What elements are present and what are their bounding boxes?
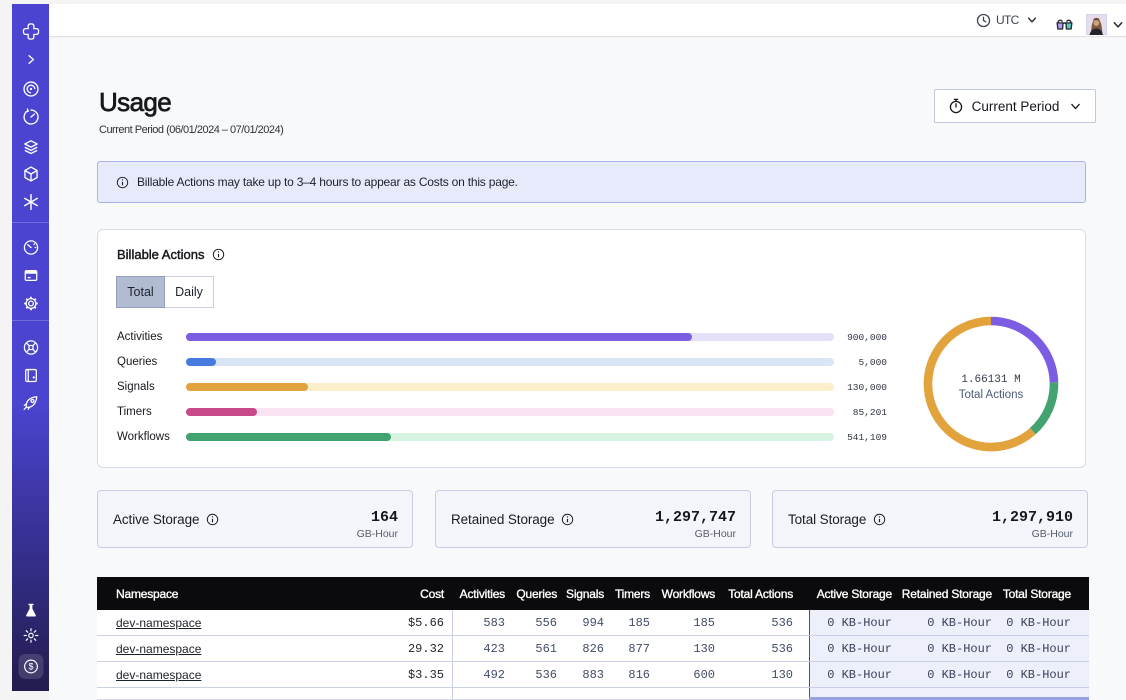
svg-text:$: $: [28, 662, 33, 672]
svg-text:Total Actions: Total Actions: [959, 389, 1024, 401]
svg-text:1.66131 M: 1.66131 M: [961, 374, 1020, 386]
